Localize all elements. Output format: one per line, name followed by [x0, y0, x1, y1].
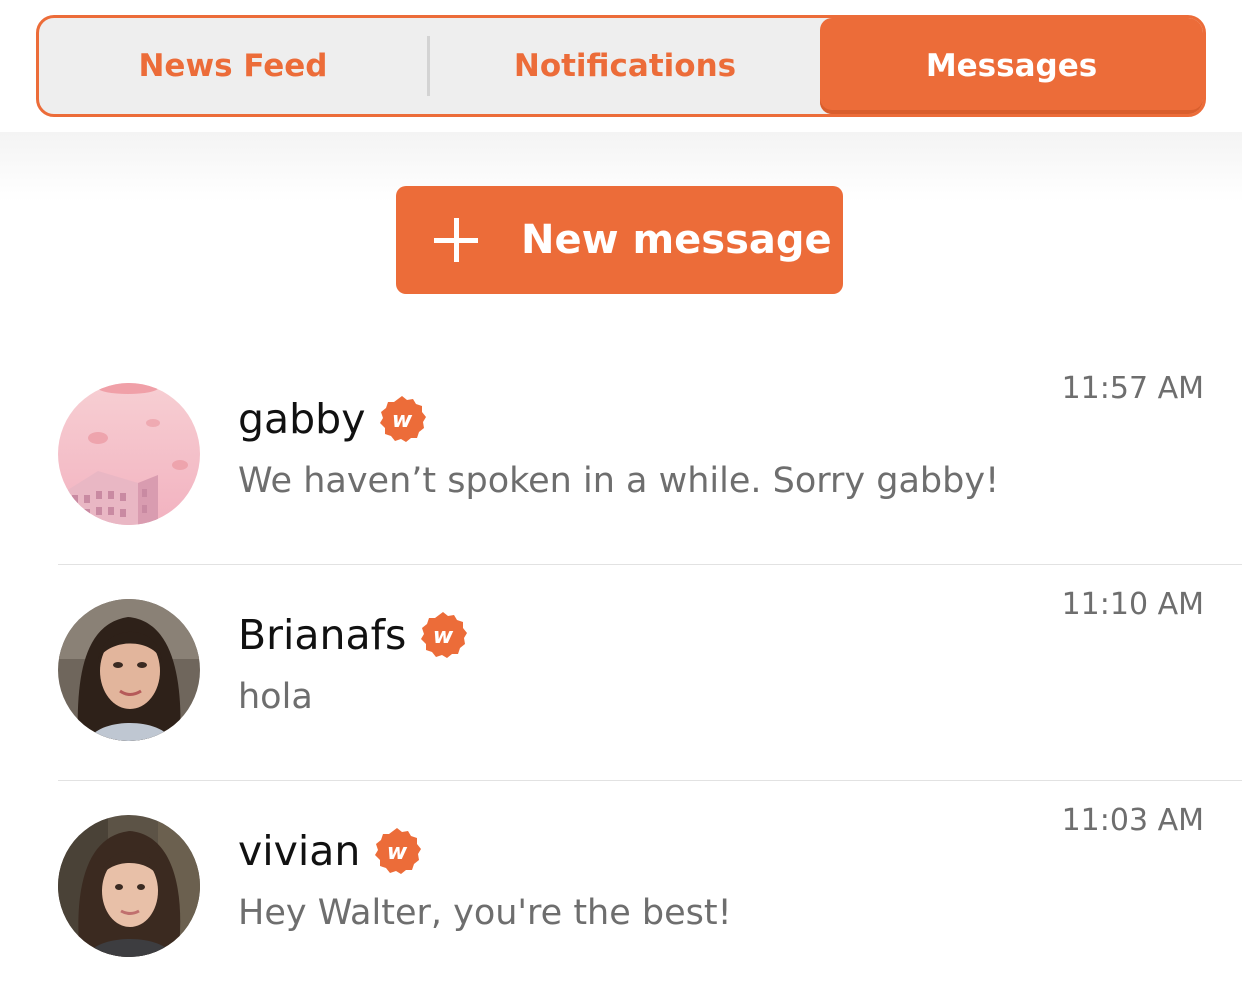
message-preview: Hey Walter, you're the best!: [238, 893, 732, 933]
conversation-name-row: vivian w: [238, 821, 422, 881]
tab-news-feed[interactable]: News Feed: [39, 18, 427, 114]
svg-text:w: w: [433, 624, 454, 649]
svg-text:w: w: [392, 408, 413, 433]
conversation-item-gabby[interactable]: gabby w We haven’t spoken in a while. So…: [0, 349, 1242, 565]
contact-name: vivian: [238, 827, 361, 875]
message-preview: hola: [238, 677, 313, 717]
contact-name: Brianafs: [238, 611, 407, 659]
message-time: 11:57 AM: [1061, 371, 1204, 406]
new-message-button[interactable]: New message: [396, 186, 843, 294]
conversation-item-vivian[interactable]: vivian w Hey Walter, you're the best! 11…: [0, 781, 1242, 997]
contact-name: gabby: [238, 395, 366, 443]
verified-w-badge-icon: w: [372, 826, 422, 876]
top-tab-header: News Feed Notifications Messages: [0, 0, 1242, 132]
message-time: 11:03 AM: [1061, 803, 1204, 838]
tab-notifications[interactable]: Notifications: [430, 18, 820, 114]
message-preview: We haven’t spoken in a while. Sorry gabb…: [238, 461, 1000, 501]
conversation-item-brianafs[interactable]: Brianafs w hola 11:10 AM: [0, 565, 1242, 781]
verified-w-badge-icon: w: [377, 394, 427, 444]
svg-text:w: w: [387, 840, 408, 865]
portrait-avatar: [58, 599, 200, 741]
pink-building-avatar: [58, 383, 200, 525]
portrait-avatar: [58, 815, 200, 957]
new-message-label: New message: [521, 217, 832, 263]
verified-w-badge-icon: w: [418, 610, 468, 660]
conversation-name-row: gabby w: [238, 389, 427, 449]
segmented-tab-bar: News Feed Notifications Messages: [36, 15, 1206, 117]
message-time: 11:10 AM: [1061, 587, 1204, 622]
conversation-name-row: Brianafs w: [238, 605, 468, 665]
tab-messages[interactable]: Messages: [820, 18, 1203, 114]
plus-icon: [432, 216, 480, 264]
